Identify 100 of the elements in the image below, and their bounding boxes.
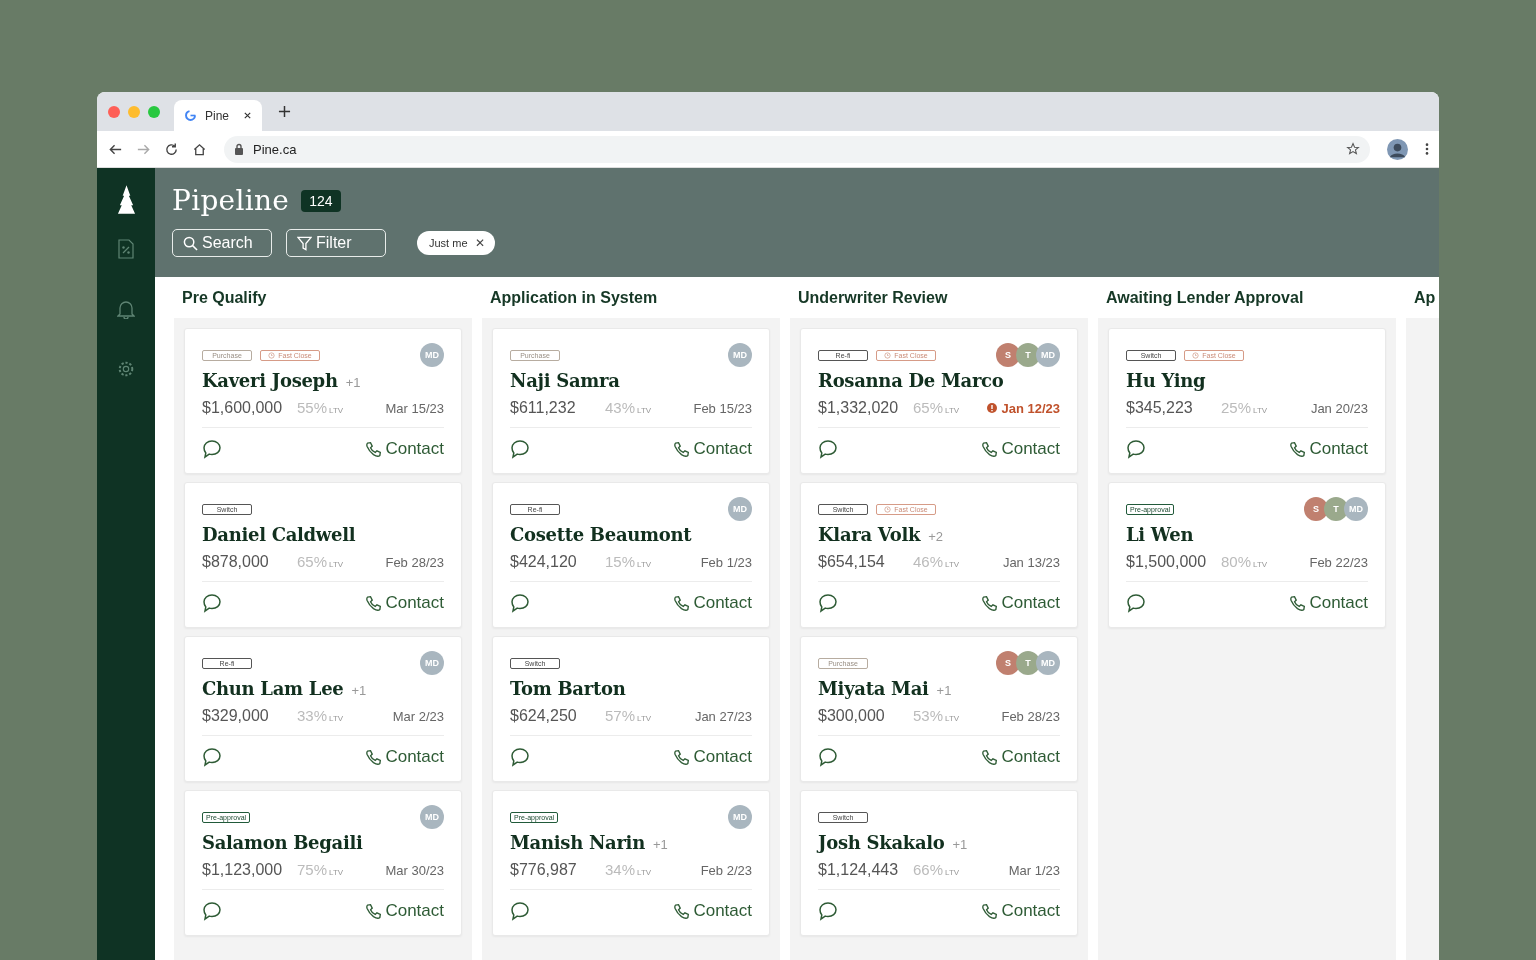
contact-button[interactable]: Contact xyxy=(673,747,752,767)
client-name: Naji Samra xyxy=(510,370,620,391)
ltv-value: 43% xyxy=(605,399,636,416)
due-date: Mar 2/23 xyxy=(392,709,444,724)
contact-button[interactable]: Contact xyxy=(981,747,1060,767)
ltv-label: LTV xyxy=(637,560,652,569)
ltv-value: 65% xyxy=(297,553,328,570)
page-title: Pipeline xyxy=(172,184,290,217)
avatar: MD xyxy=(728,497,752,521)
comment-icon[interactable] xyxy=(202,593,222,613)
ltv-label: LTV xyxy=(945,714,960,723)
ltv-label: LTV xyxy=(945,560,960,569)
avatar: S xyxy=(1304,497,1328,521)
star-icon[interactable] xyxy=(1346,142,1360,156)
client-name: Salamon Begaili xyxy=(202,832,363,853)
phone-icon xyxy=(981,594,999,612)
filter-button[interactable]: Filter xyxy=(286,229,386,257)
avatar: T xyxy=(1324,497,1348,521)
comment-icon[interactable] xyxy=(510,747,530,767)
phone-icon xyxy=(673,594,691,612)
comment-icon[interactable] xyxy=(510,593,530,613)
comment-icon[interactable] xyxy=(202,747,222,767)
contact-button[interactable]: Contact xyxy=(673,439,752,459)
contact-button[interactable]: Contact xyxy=(365,901,444,921)
phone-icon xyxy=(673,440,691,458)
loan-amount: $1,500,000 xyxy=(1126,553,1208,571)
comment-icon[interactable] xyxy=(818,747,838,767)
phone-icon xyxy=(365,594,383,612)
tree-logo-icon[interactable] xyxy=(116,184,136,215)
contact-button[interactable]: Contact xyxy=(365,747,444,767)
contact-button[interactable]: Contact xyxy=(981,593,1060,613)
clock-icon xyxy=(884,505,892,513)
comment-icon[interactable] xyxy=(510,901,530,921)
client-name: Daniel Caldwell xyxy=(202,524,356,545)
loan-amount: $624,250 xyxy=(510,707,578,725)
ltv-label: LTV xyxy=(637,868,652,877)
phone-icon xyxy=(981,748,999,766)
avatar: MD xyxy=(420,343,444,367)
ltv-value: 53% xyxy=(913,707,944,724)
contact-button[interactable]: Contact xyxy=(1289,593,1368,613)
client-name: Rosanna De Marco xyxy=(818,370,1004,391)
contact-button[interactable]: Contact xyxy=(365,439,444,459)
ltv-label: LTV xyxy=(329,714,344,723)
new-tab-icon[interactable] xyxy=(278,105,291,118)
comment-icon[interactable] xyxy=(1126,439,1146,459)
close-icon[interactable] xyxy=(243,111,252,120)
ltv-value: 34% xyxy=(605,861,636,878)
comment-icon[interactable] xyxy=(818,901,838,921)
bell-icon[interactable] xyxy=(117,299,135,319)
contact-button[interactable]: Contact xyxy=(673,901,752,921)
profile-avatar[interactable] xyxy=(1387,138,1408,160)
due-date: Feb 15/23 xyxy=(693,401,752,416)
comment-icon[interactable] xyxy=(818,439,838,459)
contact-button[interactable]: Contact xyxy=(365,593,444,613)
avatar: MD xyxy=(1344,497,1368,521)
search-button[interactable]: Search xyxy=(172,229,272,257)
phone-icon xyxy=(365,440,383,458)
due-date: Mar 15/23 xyxy=(385,401,444,416)
clock-icon xyxy=(268,351,276,359)
document-percent-icon[interactable] xyxy=(117,239,135,259)
avatar: MD xyxy=(728,805,752,829)
column-title: Application in System xyxy=(489,287,659,308)
client-name: Li Wen xyxy=(1126,524,1194,545)
comment-icon[interactable] xyxy=(510,439,530,459)
comment-icon[interactable] xyxy=(818,593,838,613)
ltv-value: 66% xyxy=(913,861,944,878)
ltv-value: 46% xyxy=(913,553,944,570)
client-name: Josh Skakalo xyxy=(818,832,945,853)
column-title: Underwriter Review xyxy=(797,287,949,308)
comment-icon[interactable] xyxy=(1126,593,1146,613)
ltv-label: LTV xyxy=(1253,560,1268,569)
ltv-label: LTV xyxy=(329,560,344,569)
filter-chip[interactable]: Just me ✕ xyxy=(417,231,495,255)
ltv-value: 25% xyxy=(1221,399,1252,416)
co-applicant-count: +2 xyxy=(928,529,944,544)
comment-icon[interactable] xyxy=(202,439,222,459)
due-date: Jan 20/23 xyxy=(1310,401,1368,416)
phone-icon xyxy=(981,902,999,920)
co-applicant-count: +1 xyxy=(952,837,968,852)
contact-button[interactable]: Contact xyxy=(1289,439,1368,459)
ltv-value: 55% xyxy=(297,399,328,416)
address-bar[interactable]: Pine.ca xyxy=(224,135,1370,163)
comment-icon[interactable] xyxy=(202,901,222,921)
contact-button[interactable]: Contact xyxy=(981,901,1060,921)
reload-icon[interactable] xyxy=(164,141,179,157)
phone-icon xyxy=(673,748,691,766)
loan-amount: $878,000 xyxy=(202,553,270,571)
clock-icon xyxy=(1192,351,1200,359)
contact-button[interactable]: Contact xyxy=(673,593,752,613)
menu-icon[interactable] xyxy=(1425,142,1429,156)
avatar: T xyxy=(1016,651,1040,675)
avatar: MD xyxy=(420,651,444,675)
ltv-label: LTV xyxy=(1253,406,1268,415)
remove-chip-button[interactable]: ✕ xyxy=(474,236,485,250)
browser-tab[interactable]: Pine xyxy=(174,100,262,131)
home-icon[interactable] xyxy=(192,141,207,157)
loan-amount: $776,987 xyxy=(510,861,578,879)
avatar: S xyxy=(996,343,1020,367)
contact-button[interactable]: Contact xyxy=(981,439,1060,459)
settings-icon[interactable] xyxy=(117,359,135,379)
